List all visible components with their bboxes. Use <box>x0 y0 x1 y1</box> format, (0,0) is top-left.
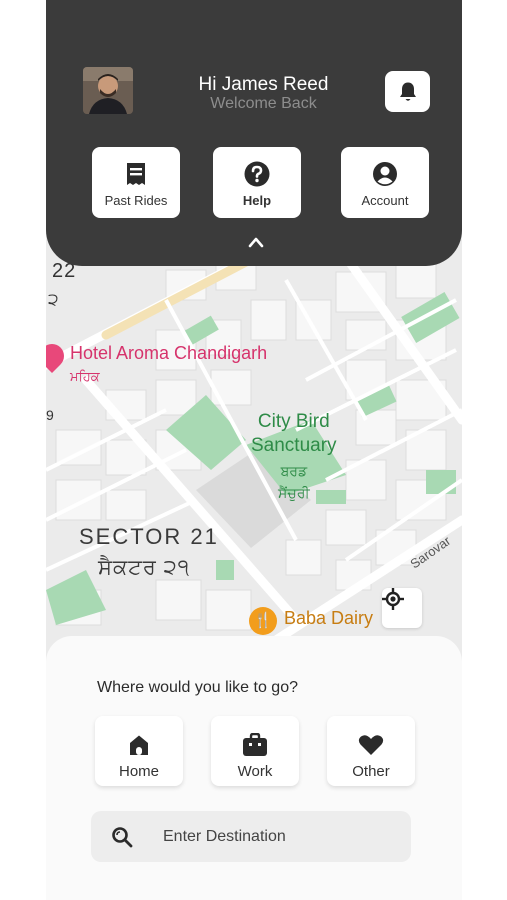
greeting-name: Hi James Reed <box>198 74 329 95</box>
map-label-hotel[interactable]: Hotel Aroma Chandigarh <box>70 343 267 364</box>
restaurant-pin-icon[interactable]: 🍴 <box>249 607 277 635</box>
app-screen: 22 ੨ Hotel Aroma Chandigarh ਮਹਿਕ 9 City … <box>46 0 462 900</box>
map-label-sector-22-punjabi: ੨ <box>48 290 59 309</box>
destination-sheet: Where would you like to go? Home Work Ot… <box>46 636 462 900</box>
home-icon <box>130 735 148 755</box>
notifications-button[interactable] <box>385 71 430 112</box>
park-label-line2: Sanctuary <box>251 435 337 456</box>
other-shortcut-label: Other <box>352 763 390 780</box>
work-shortcut-button[interactable]: Work <box>211 716 299 786</box>
chevron-up-icon[interactable] <box>248 236 264 248</box>
briefcase-icon <box>243 733 267 756</box>
destination-search-bar[interactable] <box>91 811 411 862</box>
user-photo <box>83 67 133 114</box>
account-button[interactable]: Account <box>341 147 429 218</box>
map-label-nine: 9 <box>46 407 54 423</box>
account-icon <box>373 162 397 186</box>
park-pa-line2: ਸੈਂਚੁਰੀ <box>278 485 310 501</box>
search-icon <box>112 826 133 847</box>
park-pa-line1: ਬਰਡ <box>280 463 308 479</box>
avatar[interactable] <box>83 67 133 114</box>
help-button[interactable]: Help <box>213 147 301 218</box>
sheet-title: Where would you like to go? <box>97 679 298 696</box>
top-header-panel: Hi James Reed Welcome Back Past Rides He… <box>46 0 462 266</box>
account-label: Account <box>361 193 409 208</box>
receipt-icon <box>127 163 145 185</box>
destination-input[interactable] <box>161 826 405 847</box>
bell-icon <box>399 82 416 101</box>
other-shortcut-button[interactable]: Other <box>327 716 415 786</box>
home-shortcut-label: Home <box>118 763 159 780</box>
map-label-sector-21-punjabi: ਸੈਕਟਰ ੨੧ <box>98 556 191 579</box>
map-label-sector-21: SECTOR 21 <box>79 524 219 549</box>
work-shortcut-label: Work <box>237 763 273 780</box>
home-shortcut-button[interactable]: Home <box>95 716 183 786</box>
map-label-sanctuary-punjabi: ਬਰਡ ਸੈਂਚੁਰੀ <box>278 460 310 504</box>
help-label: Help <box>242 193 272 208</box>
map-label-city-bird-sanctuary[interactable]: City Bird Sanctuary <box>251 410 337 458</box>
heart-icon <box>358 735 384 755</box>
map-label-baba-dairy[interactable]: Baba Dairy <box>284 608 373 629</box>
past-rides-label: Past Rides <box>104 193 168 208</box>
crosshair-icon <box>382 588 404 610</box>
help-icon <box>244 161 270 187</box>
map-label-hotel-punjabi: ਮਹਿਕ <box>70 369 100 384</box>
park-label-line1: City Bird <box>257 411 330 432</box>
greeting-block: Hi James Reed Welcome Back <box>156 74 371 113</box>
greeting-subtitle: Welcome Back <box>210 95 317 112</box>
past-rides-button[interactable]: Past Rides <box>92 147 180 218</box>
locate-me-button[interactable] <box>382 588 422 628</box>
